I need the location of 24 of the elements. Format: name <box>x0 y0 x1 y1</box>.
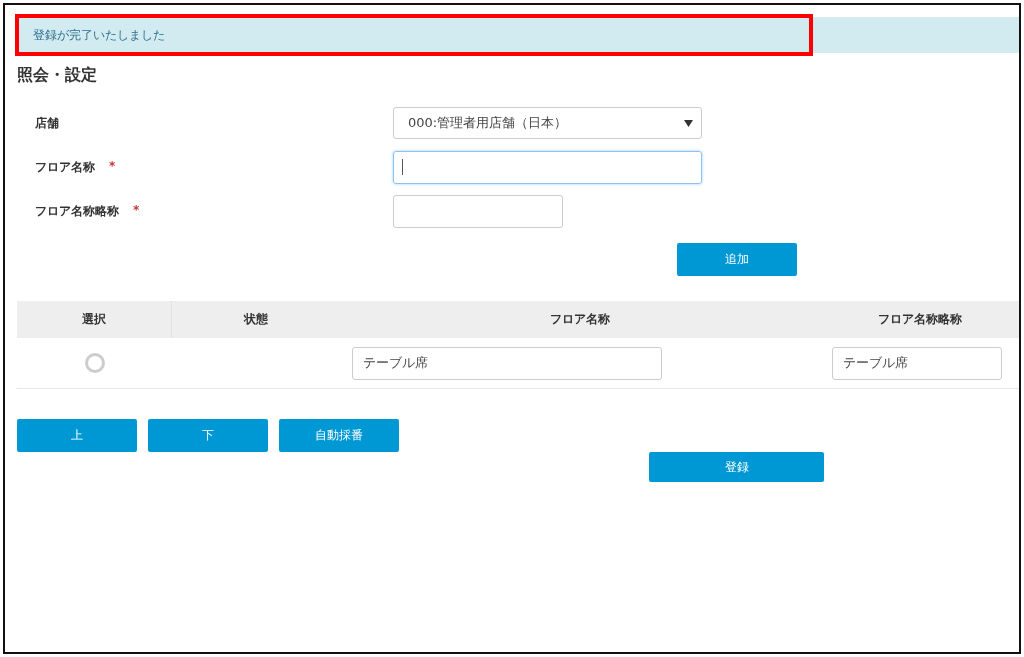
column-header: 状態 <box>242 311 269 328</box>
required-mark: * <box>133 202 140 219</box>
action-button[interactable]: 自動採番 <box>279 419 399 452</box>
page-title: 照会・設定 <box>17 64 98 86</box>
action-button[interactable]: 下 <box>148 419 268 452</box>
required-mark: * <box>109 158 116 175</box>
floor-name-field[interactable]: テーブル席 <box>352 346 662 380</box>
column-header: フロア名称略称 <box>876 311 963 328</box>
column-header: フロア名称 <box>549 311 611 328</box>
dropdown-arrow-icon <box>684 119 693 127</box>
action-button[interactable]: 上 <box>17 419 137 452</box>
input-field[interactable] <box>393 194 563 228</box>
field-label: フロア名称略称 <box>35 202 119 220</box>
register-button[interactable]: 登録 <box>649 452 824 482</box>
field-label: フロア名称 <box>35 158 95 176</box>
success-alert: 登録が完了いたしました <box>17 17 1019 53</box>
input-field[interactable] <box>393 150 702 184</box>
radio-button[interactable] <box>84 353 105 373</box>
column-header: 選択 <box>17 301 172 338</box>
store-dropdown[interactable]: 000:管理者用店舗（日本） <box>393 107 702 139</box>
add-button[interactable]: 追加 <box>677 243 797 276</box>
floor-short-name-field[interactable]: テーブル席 <box>832 346 1002 380</box>
text-cursor-icon <box>402 159 403 175</box>
field-label: 店舗 <box>35 114 59 132</box>
